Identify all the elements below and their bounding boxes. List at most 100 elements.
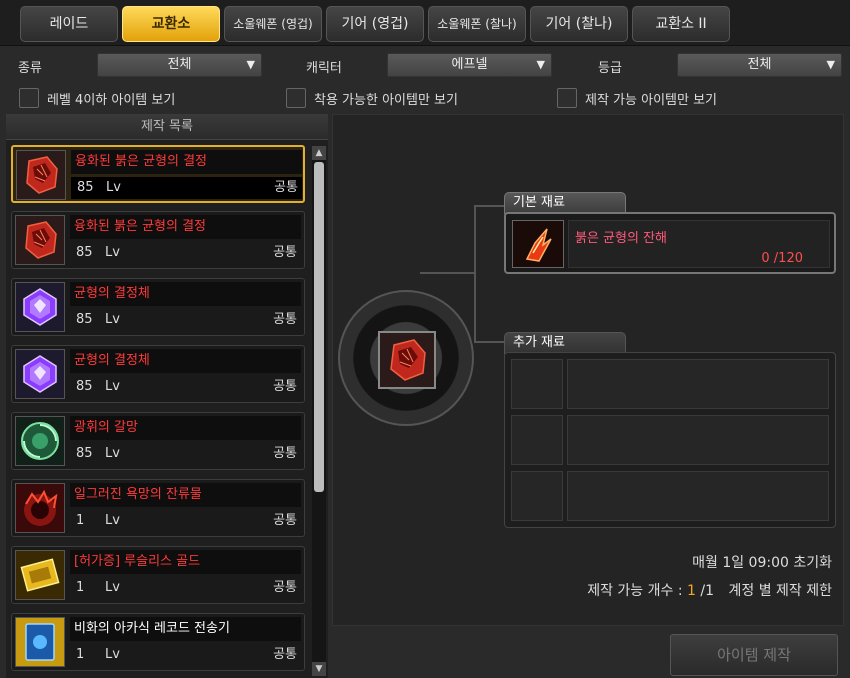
item-class: 공통 [273, 580, 297, 595]
type-select[interactable]: 전체 ▼ [97, 53, 262, 77]
craft-count-current: 1 [687, 583, 696, 599]
result-item-slot[interactable] [378, 331, 436, 389]
list-item[interactable]: 일그러진 욕망의 잔류물 1 Lv 공통 [11, 479, 305, 537]
connector-line [474, 341, 506, 343]
basic-material-name: 붉은 균형의 잔해 [575, 231, 667, 246]
reset-info: 매월 1일 09:00 초기화 [692, 555, 832, 571]
tab-exchange[interactable]: 교환소 [122, 6, 220, 42]
item-level: 1 [76, 647, 85, 662]
checkbox-level4[interactable]: 레벨 4이하 아이템 보기 [19, 87, 175, 109]
red-crystal-icon [16, 150, 66, 200]
list-item[interactable]: 균형의 결정체 85 Lv 공통 [11, 278, 305, 336]
checkbox-label: 제작 가능 아이템만 보기 [585, 92, 717, 108]
purple-gem-icon [15, 349, 65, 399]
tab-soulweapon-moment[interactable]: 소울웨폰 (찰나) [428, 6, 526, 42]
type-select-value: 전체 [167, 57, 192, 72]
item-class: 공통 [274, 180, 298, 195]
list-item[interactable]: 융화된 붉은 균형의 결정 85 Lv 공통 [11, 211, 305, 269]
item-lv-label: Lv [106, 180, 121, 195]
chevron-down-icon: ▼ [536, 58, 545, 71]
item-name: 융화된 붉은 균형의 결정 [71, 150, 302, 174]
checkbox-box[interactable] [557, 88, 577, 108]
craft-item-button[interactable]: 아이템 제작 [670, 634, 838, 676]
list-item[interactable]: 비화의 아카식 레코드 전송기 1 Lv 공통 [11, 613, 305, 671]
basic-material-label: 기본 재료 [504, 192, 626, 214]
item-level: 85 [76, 245, 93, 260]
craft-list-header: 제작 목록 [6, 114, 328, 140]
item-name: 균형의 결정체 [70, 282, 301, 306]
red-crystal-icon [380, 333, 434, 387]
item-level: 85 [76, 446, 93, 461]
list-item[interactable]: [허가증] 루슬리스 골드 1 Lv 공통 [11, 546, 305, 604]
craft-count-label: 제작 가능 개수 : [587, 583, 683, 599]
top-tab-bar: 레이드 교환소 소울웨폰 (영겁) 기어 (영겁) 소울웨폰 (찰나) 기어 (… [0, 0, 850, 46]
item-level-row: 85 Lv 공통 [70, 242, 301, 264]
extra-material-slot[interactable] [511, 359, 563, 409]
item-level-row: 1 Lv 공통 [70, 510, 301, 532]
checkbox-label: 착용 가능한 아이템만 보기 [314, 92, 458, 108]
item-level-row: 85 Lv 공통 [70, 309, 301, 331]
basic-material-count: 0 /120 [761, 251, 803, 266]
list-item[interactable]: 균형의 결정체 85 Lv 공통 [11, 345, 305, 403]
checkbox-label: 레벨 4이하 아이템 보기 [47, 92, 176, 108]
checkbox-box[interactable] [286, 88, 306, 108]
item-lv-label: Lv [105, 379, 120, 394]
chevron-down-icon: ▼ [246, 58, 255, 71]
extra-material-box [504, 352, 836, 528]
scroll-up-icon[interactable]: ▲ [312, 146, 326, 160]
item-level-row: 85 Lv 공통 [70, 443, 301, 465]
character-select[interactable]: 에프넬 ▼ [387, 53, 552, 77]
item-lv-label: Lv [105, 580, 120, 595]
character-label: 캐릭터 [306, 61, 342, 76]
tab-gear-moment[interactable]: 기어 (찰나) [530, 6, 628, 42]
red-crystal-icon [15, 215, 65, 265]
item-name: 균형의 결정체 [70, 349, 301, 373]
checkbox-equippable[interactable]: 착용 가능한 아이템만 보기 [286, 87, 458, 109]
item-lv-label: Lv [105, 245, 120, 260]
scroll-down-icon[interactable]: ▼ [312, 662, 326, 676]
blue-card-icon [15, 617, 65, 667]
checkbox-box[interactable] [19, 88, 39, 108]
connector-line [420, 272, 476, 274]
red-shard-icon [513, 221, 563, 267]
type-label: 종류 [18, 61, 42, 76]
account-limit: 계정 별 제작 제한 [728, 583, 832, 599]
item-lv-label: Lv [105, 513, 120, 528]
purple-gem-icon [15, 282, 65, 332]
basic-material-box: 붉은 균형의 잔해 0 /120 [504, 212, 836, 274]
list-scrollbar[interactable]: ▲ ▼ [312, 146, 326, 676]
craft-list-panel: 제작 목록 융화된 붉은 균형의 결정 85 Lv 공통 융화된 붉은 균형의 … [6, 114, 328, 678]
item-class: 공통 [273, 513, 297, 528]
tab-soulweapon-eternal[interactable]: 소울웨폰 (영겁) [224, 6, 322, 42]
item-class: 공통 [273, 312, 297, 327]
item-name: 융화된 붉은 균형의 결정 [70, 215, 301, 239]
grade-select[interactable]: 전체 ▼ [677, 53, 842, 77]
extra-material-slot[interactable] [511, 415, 563, 465]
scroll-thumb[interactable] [314, 162, 324, 492]
list-item[interactable]: 광휘의 갈망 85 Lv 공통 [11, 412, 305, 470]
item-class: 공통 [273, 446, 297, 461]
item-name: 일그러진 욕망의 잔류물 [70, 483, 301, 507]
item-name: 광휘의 갈망 [70, 416, 301, 440]
tab-raid[interactable]: 레이드 [20, 6, 118, 42]
extra-material-info [567, 471, 829, 521]
item-class: 공통 [273, 379, 297, 394]
item-class: 공통 [273, 245, 297, 260]
item-level: 1 [76, 513, 85, 528]
tab-gear-eternal[interactable]: 기어 (영겁) [326, 6, 424, 42]
basic-material-slot[interactable] [512, 220, 564, 268]
item-level-row: 1 Lv 공통 [70, 577, 301, 599]
item-lv-label: Lv [105, 647, 120, 662]
list-item[interactable]: 융화된 붉은 균형의 결정 85 Lv 공통 [11, 145, 305, 203]
item-name: [허가증] 루슬리스 골드 [70, 550, 301, 574]
gold-ticket-icon [15, 550, 65, 600]
extra-material-slot[interactable] [511, 471, 563, 521]
checkbox-craftable[interactable]: 제작 가능 아이템만 보기 [557, 87, 717, 109]
item-class: 공통 [273, 647, 297, 662]
craft-count-max: /1 [700, 583, 715, 599]
item-lv-label: Lv [105, 446, 120, 461]
item-level-row: 1 Lv 공통 [70, 644, 301, 666]
connector-line [474, 205, 506, 207]
item-level-row: 85 Lv 공통 [71, 177, 302, 199]
tab-exchange-2[interactable]: 교환소 II [632, 6, 730, 42]
